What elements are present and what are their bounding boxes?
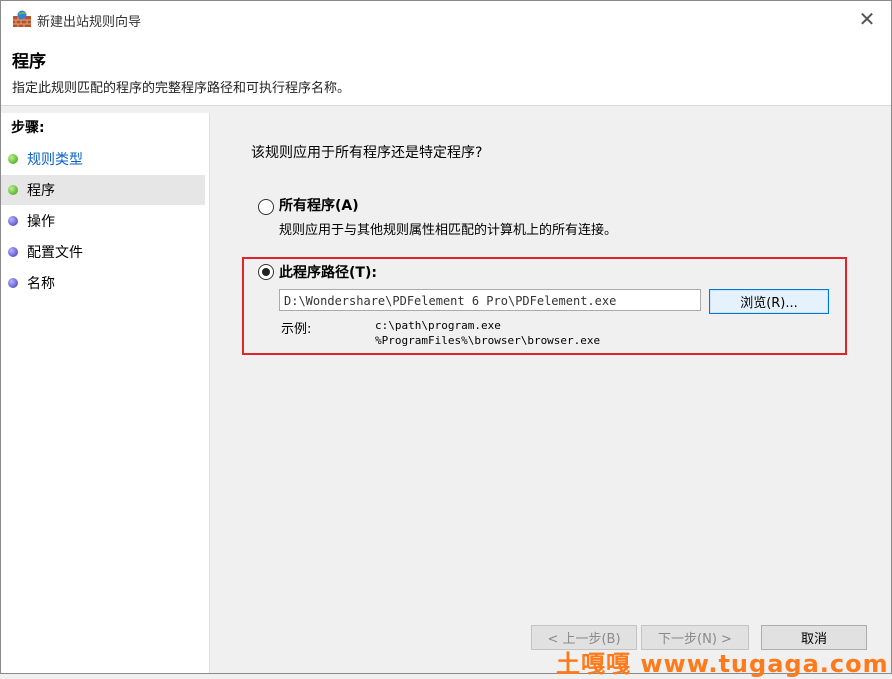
program-path-label[interactable]: 此程序路径(T): <box>279 262 377 282</box>
sidebar-item-profile: 配置文件 <box>1 237 205 267</box>
close-icon: ✕ <box>858 7 876 31</box>
all-programs-radio[interactable] <box>258 199 274 215</box>
step-pending-icon <box>8 278 18 288</box>
sidebar-item-label: 操作 <box>27 214 55 230</box>
window-title: 新建出站规则向导 <box>37 15 142 30</box>
step-pending-icon <box>8 247 18 257</box>
firewall-icon <box>13 10 31 27</box>
sidebar-item-action: 操作 <box>1 206 205 236</box>
step-done-icon <box>8 154 18 164</box>
example-line: c:\path\program.exe <box>375 319 501 332</box>
example-line: %ProgramFiles%\browser\browser.exe <box>375 334 601 347</box>
page-title: 程序 <box>12 52 46 72</box>
question-text: 该规则应用于所有程序还是特定程序? <box>251 145 483 161</box>
sidebar-item-label: 名称 <box>27 276 55 292</box>
sidebar-item-label: 配置文件 <box>27 245 83 261</box>
example-label: 示例: <box>281 322 312 337</box>
program-path-input[interactable]: D:\Wondershare\PDFelement 6 Pro\PDFeleme… <box>279 289 701 311</box>
sidebar-item-label: 程序 <box>27 183 55 199</box>
step-done-icon <box>8 185 18 195</box>
page-subtitle: 指定此规则匹配的程序的完整程序路径和可执行程序名称。 <box>12 81 351 96</box>
all-programs-label[interactable]: 所有程序(A) <box>279 195 359 215</box>
sidebar-item-program[interactable]: 程序 <box>1 175 205 205</box>
close-button[interactable]: ✕ <box>855 7 879 31</box>
sidebar-item-rule-type[interactable]: 规则类型 <box>1 144 205 174</box>
steps-title: 步骤: <box>11 120 45 136</box>
page-header: 程序 指定此规则匹配的程序的完整程序路径和可执行程序名称。 <box>1 37 891 106</box>
all-programs-description: 规则应用于与其他规则属性相匹配的计算机上的所有连接。 <box>279 223 618 238</box>
main-content: 该规则应用于所有程序还是特定程序? 所有程序(A) 规则应用于与其他规则属性相匹… <box>211 113 891 673</box>
steps-sidebar: 步骤: 规则类型 程序 操作 配置文件 名称 <box>1 113 210 673</box>
sidebar-item-name: 名称 <box>1 268 205 298</box>
wizard-window: 新建出站规则向导 ✕ 程序 指定此规则匹配的程序的完整程序路径和可执行程序名称。… <box>0 0 892 674</box>
radio-selected-dot <box>262 268 270 276</box>
title-bar: 新建出站规则向导 ✕ <box>1 1 891 37</box>
program-path-radio[interactable] <box>258 264 274 280</box>
step-pending-icon <box>8 216 18 226</box>
sidebar-item-label: 规则类型 <box>27 152 83 168</box>
browse-button[interactable]: 浏览(R)... <box>709 289 829 314</box>
